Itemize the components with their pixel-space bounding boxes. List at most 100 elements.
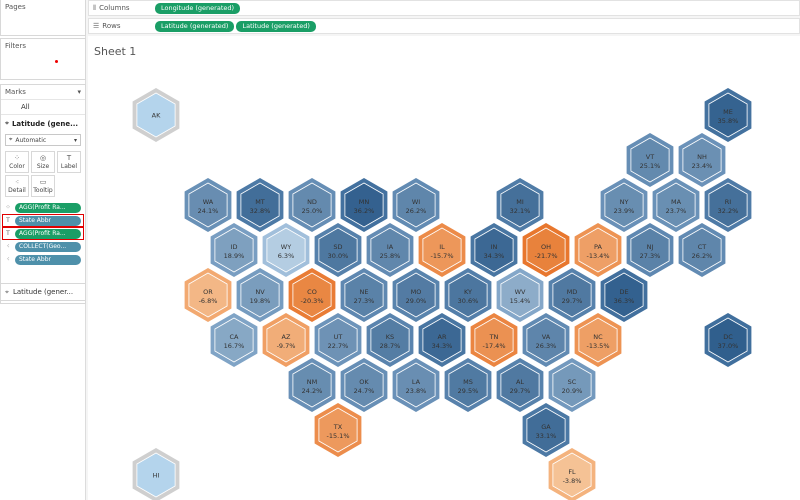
state-tile-ma[interactable]: MA23.7% bbox=[652, 178, 700, 232]
state-tile-vt[interactable]: VT25.1% bbox=[626, 133, 674, 187]
state-tile-tn[interactable]: TN-17.4% bbox=[470, 313, 518, 367]
columns-shelf[interactable]: ⦀ Columns Longitude (generated) bbox=[88, 0, 800, 16]
mark-pill-row: ⁖ COLLECT(Geo... bbox=[3, 241, 83, 252]
state-tile-in[interactable]: IN34.3% bbox=[470, 223, 518, 277]
map-icon: ⌖ bbox=[5, 119, 9, 127]
state-tile-ky[interactable]: KY30.6% bbox=[444, 268, 492, 322]
state-abbr-label: AK bbox=[152, 112, 161, 120]
mark-pill[interactable]: State Abbr bbox=[15, 215, 81, 226]
filters-card[interactable]: Filters bbox=[0, 38, 86, 80]
state-tile-ne[interactable]: NE27.3% bbox=[340, 268, 388, 322]
state-abbr-label: MT bbox=[255, 198, 265, 206]
state-tile-or[interactable]: OR-6.8% bbox=[184, 268, 232, 322]
mark-pill-row: T AGG(Profit Ra... bbox=[2, 227, 84, 240]
state-tile-mn[interactable]: MN36.2% bbox=[340, 178, 388, 232]
state-tile-me[interactable]: ME35.8% bbox=[704, 88, 752, 142]
state-value-label: 19.8% bbox=[250, 297, 271, 305]
state-abbr-label: NC bbox=[593, 333, 603, 341]
rows-shelf[interactable]: ☰ Rows Latitude (generated) Latitude (ge… bbox=[88, 18, 800, 34]
marks-all-tab[interactable]: All bbox=[1, 100, 85, 115]
state-abbr-label: PA bbox=[594, 243, 603, 251]
state-tile-ok[interactable]: OK24.7% bbox=[340, 358, 388, 412]
tooltip-button[interactable]: ▭ Tooltip bbox=[31, 175, 55, 197]
state-abbr-label: LA bbox=[412, 378, 421, 386]
state-tile-dc[interactable]: DC37.0% bbox=[704, 313, 752, 367]
state-tile-nh[interactable]: NH23.4% bbox=[678, 133, 726, 187]
size-button[interactable]: ◎ Size bbox=[31, 151, 55, 173]
state-tile-wa[interactable]: WA24.1% bbox=[184, 178, 232, 232]
state-tile-id[interactable]: ID18.9% bbox=[210, 223, 258, 277]
detail-button[interactable]: ⁖ Detail bbox=[5, 175, 29, 197]
state-tile-ks[interactable]: KS28.7% bbox=[366, 313, 414, 367]
mark-pill[interactable]: AGG(Profit Ra... bbox=[15, 228, 81, 239]
state-tile-pa[interactable]: PA-13.4% bbox=[574, 223, 622, 277]
mark-pill-row: ⁘ AGG(Profit Ra... bbox=[3, 202, 83, 213]
rows-pill[interactable]: Latitude (generated) bbox=[155, 20, 235, 32]
state-tile-nv[interactable]: NV19.8% bbox=[236, 268, 284, 322]
state-tile-al[interactable]: AL29.7% bbox=[496, 358, 544, 412]
state-tile-wi[interactable]: WI26.2% bbox=[392, 178, 440, 232]
state-tile-sc[interactable]: SC20.9% bbox=[548, 358, 596, 412]
state-tile-mo[interactable]: MO29.0% bbox=[392, 268, 440, 322]
state-tile-ga[interactable]: GA33.1% bbox=[522, 403, 570, 457]
state-tile-nj[interactable]: NJ27.3% bbox=[626, 223, 674, 277]
state-tile-mt[interactable]: MT32.8% bbox=[236, 178, 284, 232]
state-value-label: -3.8% bbox=[563, 477, 582, 485]
state-tile-ut[interactable]: UT22.7% bbox=[314, 313, 362, 367]
sheet-canvas: Sheet 1 AK ME 35.8% VT 25.1% NH 23.4% WA 24.1% MT… bbox=[88, 36, 800, 500]
state-value-label: 18.9% bbox=[224, 252, 245, 260]
state-tile-ny[interactable]: NY23.9% bbox=[600, 178, 648, 232]
rows-pill[interactable]: Latitude (generated) bbox=[236, 20, 316, 32]
color-button[interactable]: ⁘ Color bbox=[5, 151, 29, 173]
state-tile-wv[interactable]: WV15.4% bbox=[496, 268, 544, 322]
mark-pill[interactable]: AGG(Profit Ra... bbox=[15, 202, 81, 213]
state-tile-ca[interactable]: CA16.7% bbox=[210, 313, 258, 367]
state-tile-ms[interactable]: MS29.5% bbox=[444, 358, 492, 412]
state-tile-ak[interactable]: AK bbox=[132, 88, 180, 142]
chevron-down-icon: ▾ bbox=[73, 136, 77, 144]
state-tile-va[interactable]: VA26.3% bbox=[522, 313, 570, 367]
label-button[interactable]: T Label bbox=[57, 151, 81, 173]
state-tile-md[interactable]: MD29.7% bbox=[548, 268, 596, 322]
state-abbr-label: MA bbox=[671, 198, 682, 206]
latitude-marks-card[interactable]: ⌖ Latitude (gener... bbox=[0, 283, 86, 301]
state-tile-tx[interactable]: TX-15.1% bbox=[314, 403, 362, 457]
mark-type-dropdown[interactable]: ⌖ Automatic ▾ bbox=[5, 134, 81, 146]
state-tile-ct[interactable]: CT26.2% bbox=[678, 223, 726, 277]
mark-pill-row: ⁖ State Abbr bbox=[3, 254, 83, 265]
state-tile-ar[interactable]: AR34.3% bbox=[418, 313, 466, 367]
state-abbr-label: MI bbox=[516, 198, 524, 206]
state-tile-la[interactable]: LA23.8% bbox=[392, 358, 440, 412]
state-abbr-label: ND bbox=[307, 198, 317, 206]
chevron-down-icon[interactable]: ▾ bbox=[77, 88, 81, 96]
pages-card[interactable]: Pages bbox=[0, 0, 86, 36]
state-tile-oh[interactable]: OH-21.7% bbox=[522, 223, 570, 277]
columns-pill[interactable]: Longitude (generated) bbox=[155, 2, 241, 14]
map-icon: ⌖ bbox=[9, 136, 13, 143]
state-tile-ia[interactable]: IA25.8% bbox=[366, 223, 414, 277]
state-tile-fl[interactable]: FL-3.8% bbox=[548, 448, 596, 500]
state-tile-mi[interactable]: MI32.1% bbox=[496, 178, 544, 232]
mark-pill[interactable]: COLLECT(Geo... bbox=[15, 241, 81, 252]
state-tile-ri[interactable]: RI32.2% bbox=[704, 178, 752, 232]
marks-latitude-tab[interactable]: ⌖ Latitude (gene... bbox=[1, 115, 85, 132]
marks-shelf-buttons: ⁘ Color ◎ Size T Label ⁖ Detail ▭ Toolti… bbox=[1, 148, 85, 200]
state-tile-az[interactable]: AZ-9.7% bbox=[262, 313, 310, 367]
state-tile-sd[interactable]: SD30.0% bbox=[314, 223, 362, 277]
state-abbr-label: VT bbox=[646, 153, 654, 161]
state-tile-co[interactable]: CO-20.3% bbox=[288, 268, 336, 322]
state-tile-hi[interactable]: HI bbox=[132, 448, 180, 500]
latitude-card-label: Latitude (gener... bbox=[12, 288, 74, 296]
detail-icon: ⁖ bbox=[6, 256, 10, 263]
state-tile-nc[interactable]: NC-13.5% bbox=[574, 313, 622, 367]
state-tile-nd[interactable]: ND25.0% bbox=[288, 178, 336, 232]
state-tile-de[interactable]: DE36.3% bbox=[600, 268, 648, 322]
state-value-label: 29.5% bbox=[458, 387, 479, 395]
state-tile-il[interactable]: IL-15.7% bbox=[418, 223, 466, 277]
mark-type-label: Automatic bbox=[15, 136, 47, 144]
state-tile-nm[interactable]: NM24.2% bbox=[288, 358, 336, 412]
mark-pill[interactable]: State Abbr bbox=[15, 254, 81, 265]
state-value-label: -13.5% bbox=[587, 342, 610, 350]
state-value-label: 6.3% bbox=[278, 252, 295, 260]
state-tile-wy[interactable]: WY6.3% bbox=[262, 223, 310, 277]
